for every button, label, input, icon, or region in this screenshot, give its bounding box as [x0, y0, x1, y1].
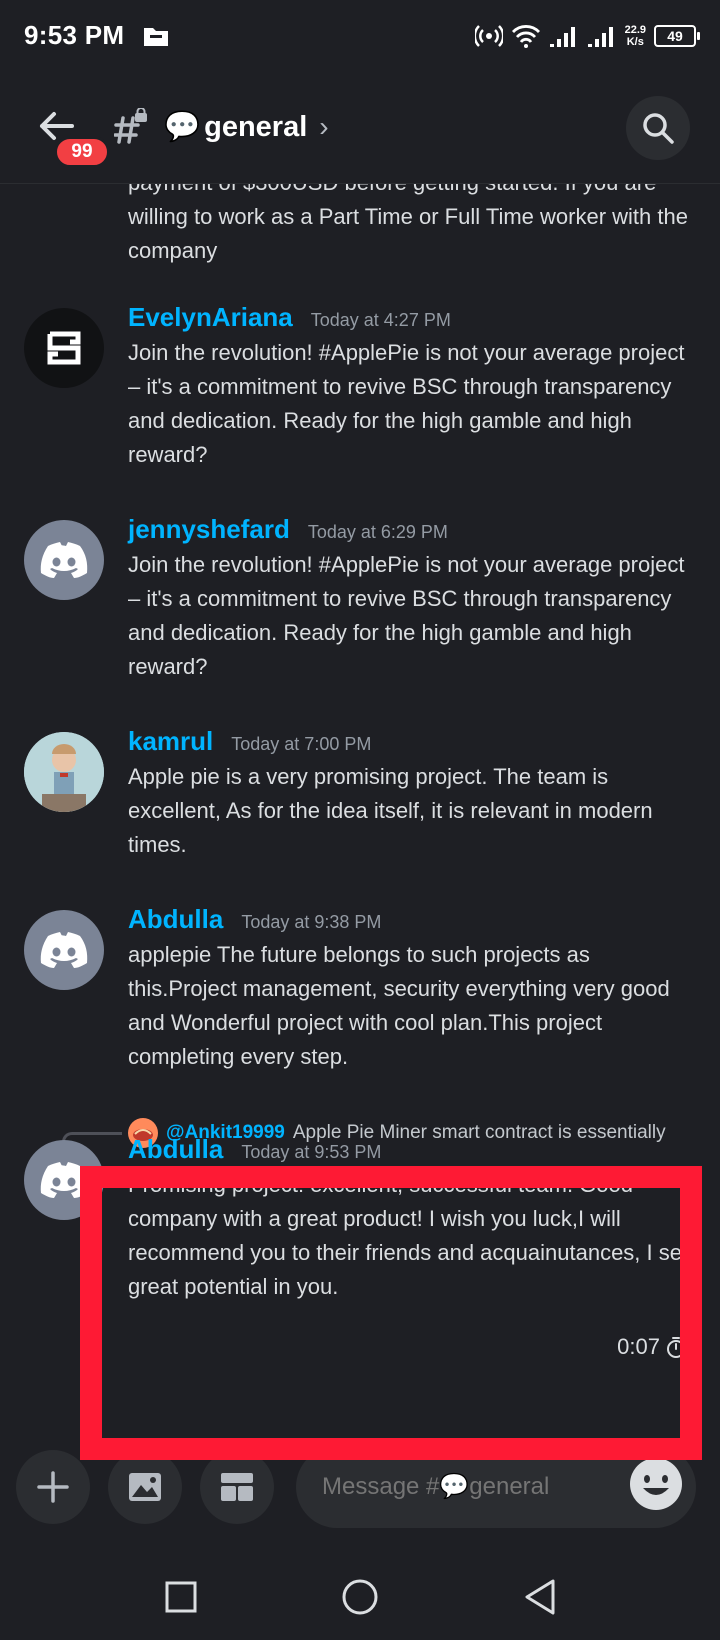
text-channel-lock-icon	[114, 108, 147, 144]
message-header: kamrul Today at 7:00 PM	[128, 726, 371, 757]
folder-icon	[144, 28, 168, 46]
avatar[interactable]	[24, 732, 104, 812]
battery-indicator: 49	[654, 25, 700, 47]
message-header: Abdulla Today at 9:53 PM	[128, 1134, 381, 1165]
status-icons: 22.9 K/s 49	[474, 18, 700, 54]
username[interactable]: Abdulla	[128, 904, 223, 935]
timestamp: Today at 4:27 PM	[310, 310, 451, 330]
stopwatch-icon	[667, 1337, 685, 1358]
username[interactable]: kamrul	[128, 726, 213, 757]
channel-name: general	[204, 110, 308, 143]
avatar[interactable]	[24, 910, 104, 990]
search-button[interactable]	[626, 96, 690, 160]
channel-header: 99 💬 general ›	[0, 72, 720, 184]
photo-avatar-icon	[24, 732, 104, 812]
pending-send-timer: 0:07	[617, 1334, 686, 1360]
message-text: payment of $300USD before getting starte…	[128, 184, 688, 263]
message-list[interactable]: payment of $300USD before getting starte…	[0, 184, 720, 1428]
timestamp: Today at 7:00 PM	[231, 734, 372, 754]
message-composer	[0, 1428, 720, 1550]
nav-back-icon	[525, 1579, 555, 1615]
avatar[interactable]	[24, 520, 104, 600]
add-attachment-button[interactable]	[16, 1450, 90, 1524]
chevron-right-icon: ›	[319, 111, 329, 142]
avatar[interactable]	[24, 308, 104, 388]
timestamp: Today at 9:38 PM	[241, 912, 382, 932]
timestamp: Today at 9:53 PM	[241, 1142, 382, 1162]
message-text: Join the revolution! #ApplePie is not yo…	[128, 552, 685, 679]
message-text: applepie The future belongs to such proj…	[128, 942, 670, 1069]
channel-title[interactable]: 💬 general ›	[164, 110, 329, 144]
channel-emoji: 💬	[164, 111, 201, 143]
discord-logo-icon	[40, 1162, 88, 1198]
message-header: EvelynAriana Today at 4:27 PM	[128, 302, 451, 333]
nav-back-button[interactable]	[515, 1572, 565, 1622]
signal-icon	[587, 27, 613, 47]
nav-home-button[interactable]	[335, 1572, 385, 1622]
status-bar: 9:53 PM 22.9 K/s 49	[0, 0, 720, 72]
username[interactable]: EvelynAriana	[128, 302, 293, 333]
discord-logo-icon	[40, 932, 88, 968]
timestamp: Today at 6:29 PM	[307, 522, 448, 542]
plus-icon	[37, 1471, 69, 1503]
message-text: Apple pie is a very promising project. T…	[128, 764, 653, 857]
message-text: Promising project! excellent, successful…	[128, 1172, 695, 1299]
nav-recents-button[interactable]	[156, 1572, 206, 1622]
search-icon	[643, 113, 674, 144]
logo-avatar-icon	[47, 331, 81, 365]
username[interactable]: jennyshefard	[128, 514, 290, 545]
timer-text: 0:07	[617, 1334, 660, 1359]
apps-icon	[221, 1473, 253, 1501]
image-icon	[129, 1473, 161, 1501]
network-speed: 22.9 K/s	[624, 24, 646, 48]
message-text: Join the revolution! #ApplePie is not yo…	[128, 340, 685, 467]
hotspot-icon	[474, 25, 503, 47]
username[interactable]: Abdulla	[128, 1134, 223, 1165]
nav-recents-icon	[165, 1581, 197, 1613]
emoji-icon[interactable]	[626, 1454, 686, 1514]
avatar[interactable]	[24, 1140, 104, 1220]
nav-home-icon	[342, 1579, 378, 1615]
message-header: jennyshefard Today at 6:29 PM	[128, 514, 448, 545]
status-time: 9:53 PM	[24, 20, 125, 50]
image-button[interactable]	[108, 1450, 182, 1524]
system-nav-bar	[0, 1550, 720, 1640]
signal-icon	[549, 27, 575, 47]
unread-badge: 99	[54, 136, 110, 168]
wifi-icon	[511, 25, 540, 48]
message-header: Abdulla Today at 9:38 PM	[128, 904, 381, 935]
discord-logo-icon	[40, 542, 88, 578]
apps-button[interactable]	[200, 1450, 274, 1524]
